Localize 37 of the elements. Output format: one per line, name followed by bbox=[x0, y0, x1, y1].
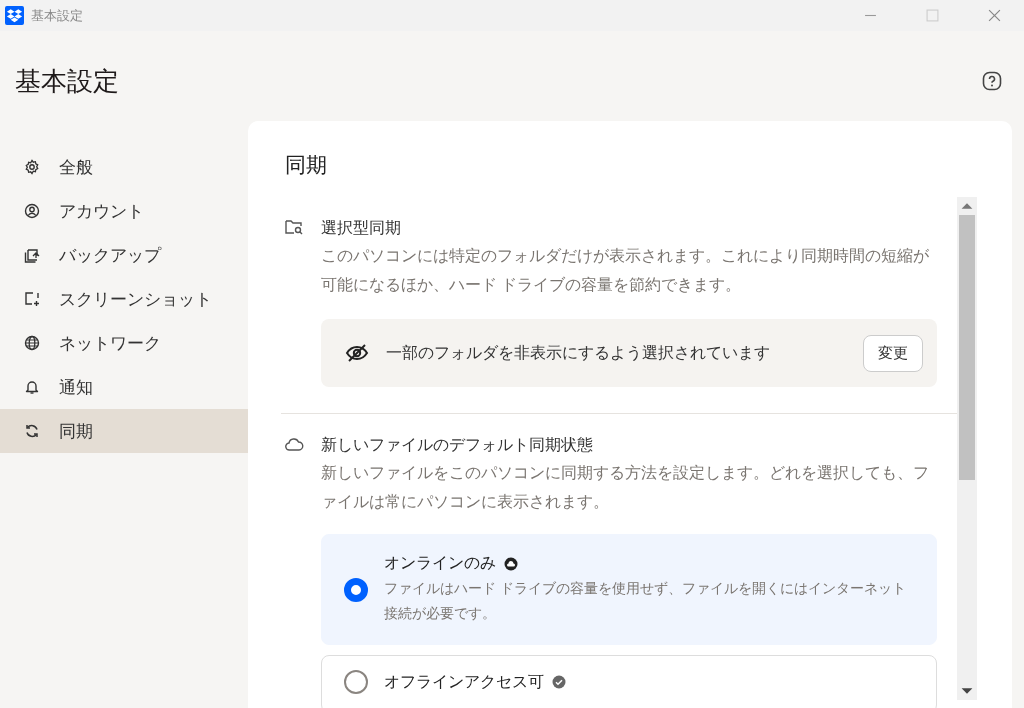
sidebar-item[interactable]: スクリーンショット bbox=[0, 277, 248, 321]
option-label: オフラインアクセス可 bbox=[384, 671, 544, 692]
page-title: 基本設定 bbox=[15, 64, 119, 98]
change-button[interactable]: 変更 bbox=[863, 334, 923, 372]
sync-icon bbox=[24, 423, 40, 439]
screenshot-icon bbox=[24, 291, 40, 307]
panel-title: 同期 bbox=[285, 152, 327, 178]
user-circle-icon bbox=[24, 203, 40, 219]
folder-search-icon bbox=[284, 217, 304, 237]
radio-button[interactable] bbox=[344, 670, 368, 694]
option-label: オンラインのみ bbox=[384, 553, 496, 573]
scrollbar[interactable] bbox=[957, 197, 977, 700]
sidebar-item[interactable]: 同期 bbox=[0, 409, 248, 453]
check-badge-icon bbox=[552, 675, 566, 689]
help-icon[interactable] bbox=[982, 71, 1002, 91]
sidebar-item[interactable]: 通知 bbox=[0, 365, 248, 409]
gear-icon bbox=[24, 159, 40, 175]
section-description: 新しいファイルをこのパソコンに同期する方法を設定します。どれを選択しても、ファイルは常にパソコンに表示されます。 bbox=[321, 463, 930, 512]
app-logo-icon bbox=[5, 6, 24, 25]
sidebar-item[interactable]: バックアップ bbox=[0, 233, 248, 277]
option-description: ファイルはハード ドライブの容量を使用せず、ファイルを開くにはインターネット接続が必要です。 bbox=[384, 579, 907, 623]
close-icon[interactable] bbox=[988, 9, 1001, 22]
sidebar-item[interactable]: アカウント bbox=[0, 189, 248, 233]
section-description: このパソコンには特定のフォルダだけが表示されます。これにより同期時間の短縮が可能になるほか、ハード ドライブの容量を節約できます。 bbox=[321, 246, 930, 295]
backup-icon bbox=[24, 247, 40, 263]
window-title: 基本設定 bbox=[31, 6, 83, 25]
option-card[interactable]: オフラインアクセス可 bbox=[321, 655, 937, 708]
option-card[interactable]: オンラインのみ ファイルはハード ドライブの容量を使用せず、ファイルを開くにはインターネット接続が必要です。 bbox=[321, 534, 937, 645]
section-title: 選択型同期 bbox=[321, 218, 401, 238]
sidebar-item[interactable]: 全般 bbox=[0, 145, 248, 189]
status-text: 一部のフォルダを非表示にするよう選択されています bbox=[386, 342, 771, 363]
bell-icon bbox=[24, 379, 40, 395]
cloud-badge-icon bbox=[504, 556, 518, 571]
sidebar-item[interactable]: ネットワーク bbox=[0, 321, 248, 365]
radio-button[interactable] bbox=[344, 577, 368, 602]
section-title: 新しいファイルのデフォルト同期状態 bbox=[321, 435, 593, 455]
globe-icon bbox=[24, 335, 40, 351]
